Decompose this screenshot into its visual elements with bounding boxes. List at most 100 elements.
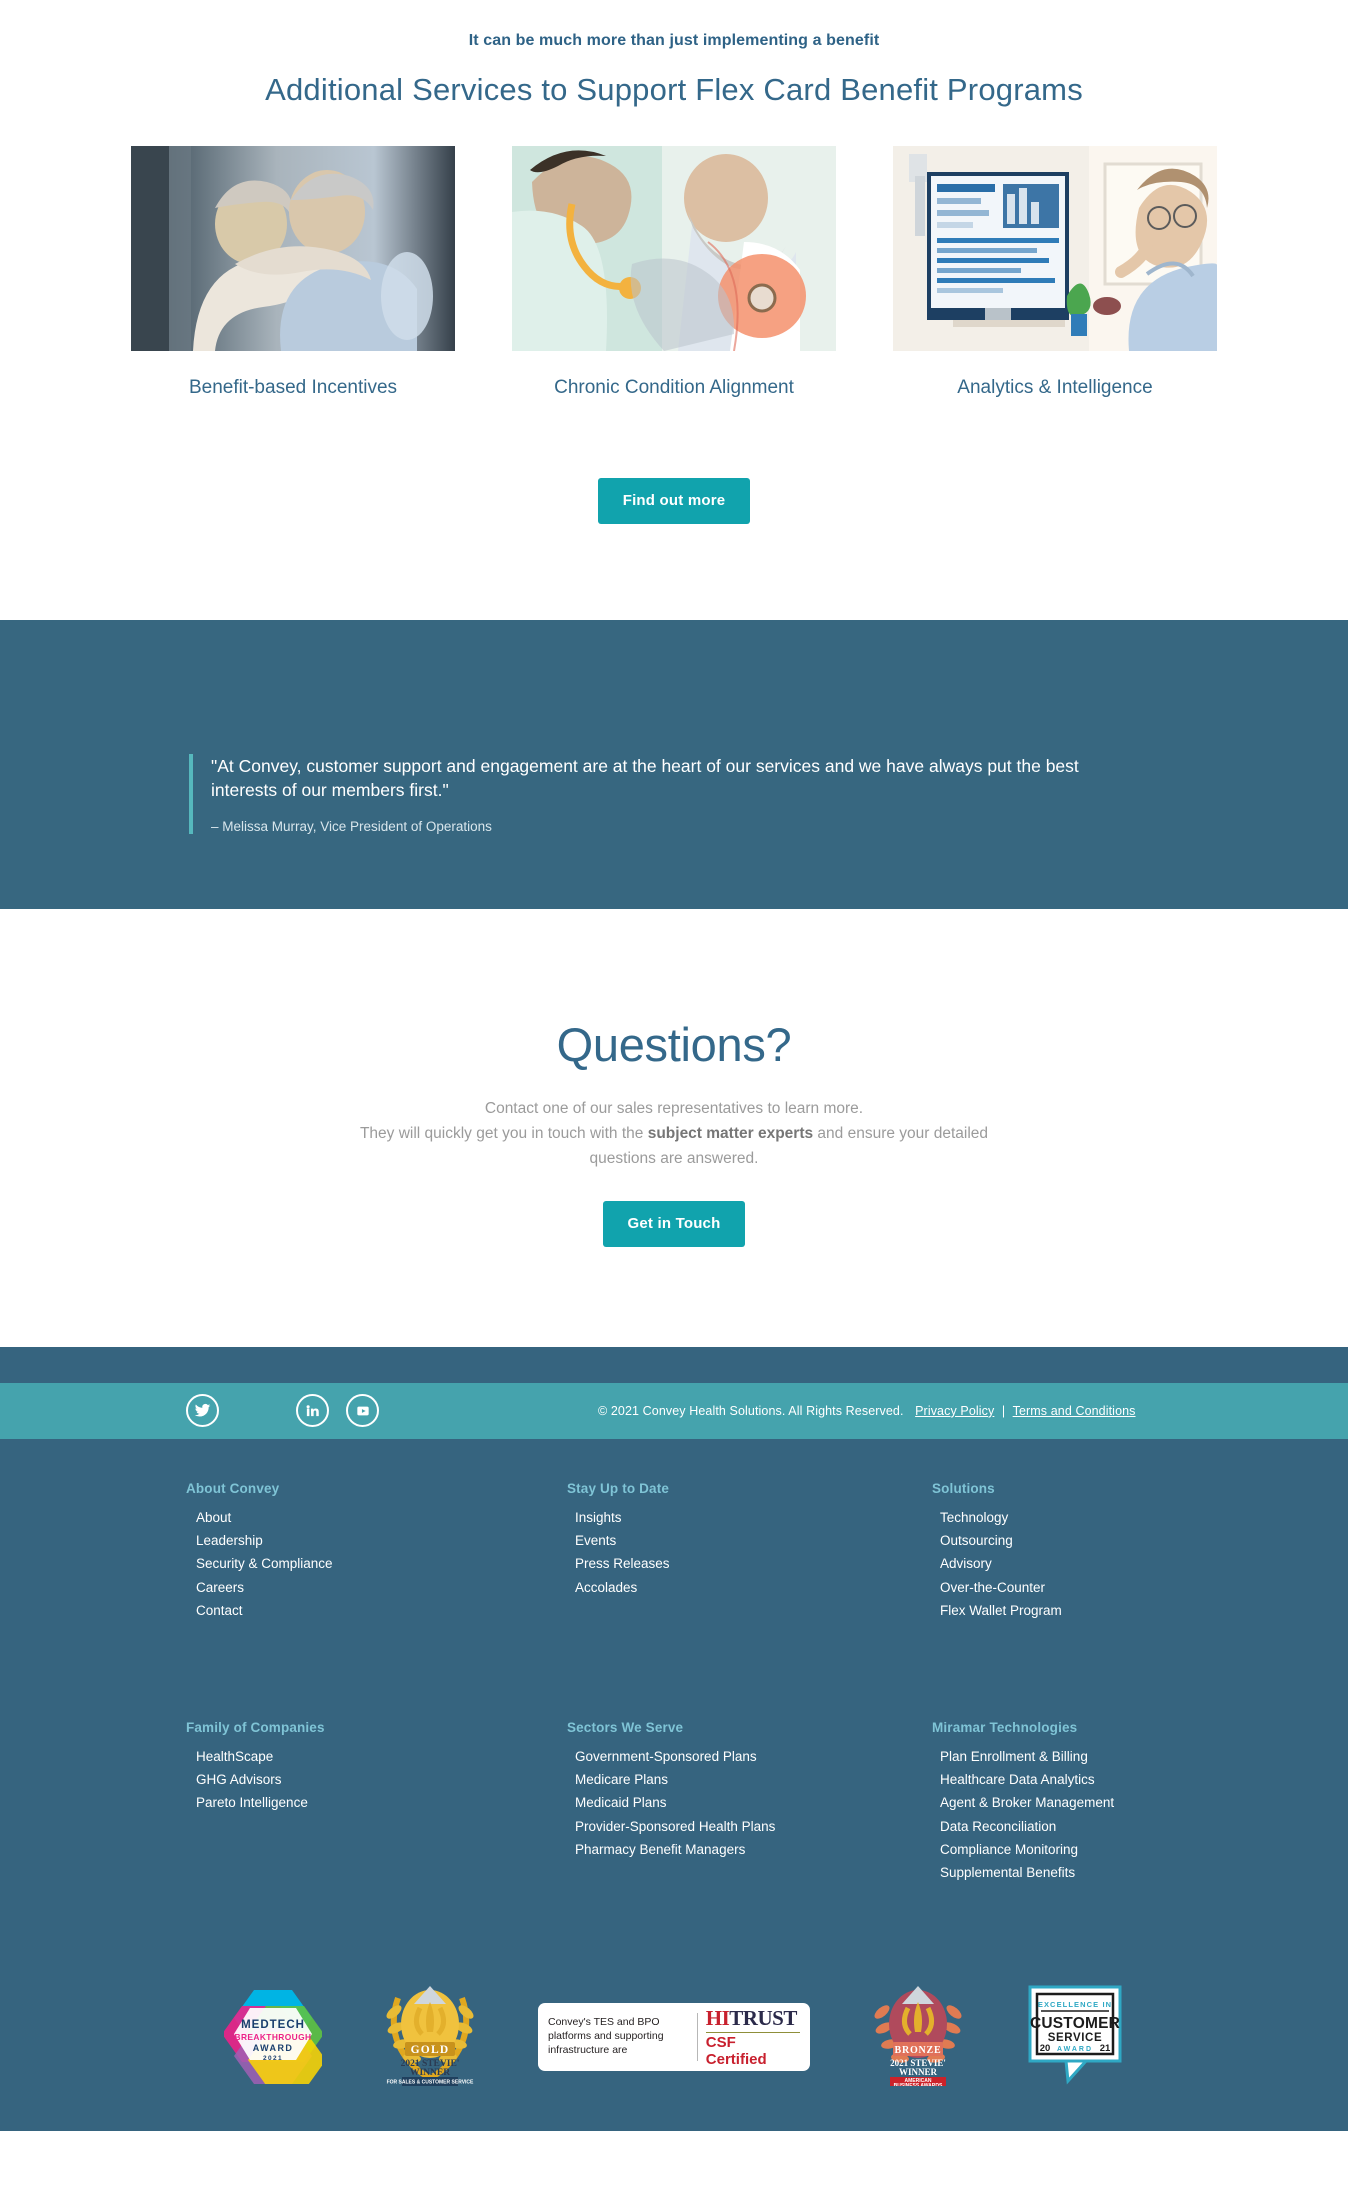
footer-column-about-convey: About Convey About Leadership Security &… <box>186 1481 559 1658</box>
footer-link[interactable]: Security & Compliance <box>196 1552 559 1575</box>
footer-link[interactable]: Agent & Broker Management <box>940 1791 1305 1814</box>
footer-column-sectors-we-serve: Sectors We Serve Government-Sponsored Pl… <box>559 1720 932 1920</box>
get-in-touch-cta-wrapper: Get in Touch <box>0 1200 1348 1247</box>
footer-link[interactable]: GHG Advisors <box>196 1768 559 1791</box>
link-separator: | <box>1001 1403 1006 1418</box>
footer-column-list: Plan Enrollment & Billing Healthcare Dat… <box>932 1745 1305 1884</box>
questions-title: Questions? <box>556 1017 792 1071</box>
footer-link[interactable]: About <box>196 1506 559 1529</box>
additional-services-section: It can be much more than just implementi… <box>0 0 1348 620</box>
footer-link[interactable]: Data Reconciliation <box>940 1815 1305 1838</box>
footer-column-miramar-technologies: Miramar Technologies Plan Enrollment & B… <box>932 1720 1305 1920</box>
footer-link[interactable]: Accolades <box>575 1576 932 1599</box>
footer-link[interactable]: Plan Enrollment & Billing <box>940 1745 1305 1768</box>
svg-text:21: 21 <box>1100 2043 1111 2054</box>
footer-column-solutions: Solutions Technology Outsourcing Advisor… <box>932 1481 1305 1658</box>
hitrust-divider <box>696 2012 698 2061</box>
find-out-more-button[interactable]: Find out more <box>597 477 751 524</box>
hitrust-logo-hi: HI <box>705 2005 730 2030</box>
footer-link[interactable]: Healthcare Data Analytics <box>940 1768 1305 1791</box>
footer-column-heading: Sectors We Serve <box>567 1719 684 1735</box>
questions-line-2-bold: subject matter experts <box>647 1124 814 1142</box>
footer-column-list: Insights Events Press Releases Accolades <box>559 1506 932 1599</box>
privacy-policy-link[interactable]: Privacy Policy <box>915 1404 994 1418</box>
hitrust-statement: Convey's TES and BPO platforms and suppo… <box>548 2015 664 2056</box>
stevie-gold-award-badge: GOLD 2021 STEVIE' WINNER FOR SALES & CUS… <box>380 1982 480 2091</box>
footer-link[interactable]: Technology <box>940 1506 1305 1529</box>
svg-text:2021: 2021 <box>263 2055 283 2062</box>
footer-column-heading: About Convey <box>186 1480 280 1496</box>
service-card-label: Analytics & Intelligence <box>957 377 1153 398</box>
service-card-label: Benefit-based Incentives <box>188 377 398 398</box>
hitrust-csf-certified-badge: Convey's TES and BPO platforms and suppo… <box>538 2002 810 2071</box>
excellence-in-customer-service-award-badge: EXCELLENCE IN CUSTOMER SERVICE AWARD 20 … <box>1026 1983 1124 2090</box>
section-eyebrow: It can be much more than just implementi… <box>468 32 880 49</box>
page-title: Additional Services to Support Flex Card… <box>265 72 1083 107</box>
terms-and-conditions-link[interactable]: Terms and Conditions <box>1013 1404 1136 1418</box>
footer-link[interactable]: Outsourcing <box>940 1529 1305 1552</box>
svg-text:FOR SALES & CUSTOMER SERVICE: FOR SALES & CUSTOMER SERVICE <box>387 2080 474 2086</box>
footer-link[interactable]: Pharmacy Benefit Managers <box>575 1838 932 1861</box>
testimonial-author: – Melissa Murray, Vice President of Oper… <box>211 819 492 835</box>
social-icons-group <box>186 1394 379 1428</box>
footer-link[interactable]: Events <box>575 1529 932 1552</box>
footer-link[interactable]: Contact <box>196 1599 559 1622</box>
twitter-icon[interactable] <box>186 1394 219 1428</box>
footer-link[interactable]: Supplemental Benefits <box>940 1861 1305 1884</box>
footer-column-list: About Leadership Security & Compliance C… <box>186 1506 559 1622</box>
footer-column-heading: Solutions <box>932 1480 995 1496</box>
svg-text:BRONZE: BRONZE <box>894 2045 941 2056</box>
svg-text:AWARD: AWARD <box>1057 2046 1093 2053</box>
svg-text:WINNER: WINNER <box>410 2068 450 2078</box>
footer-link[interactable]: Advisory <box>940 1552 1305 1575</box>
doctor-examining-senior-patient-photo <box>512 146 836 351</box>
footer-link[interactable]: Compliance Monitoring <box>940 1838 1305 1861</box>
woman-viewing-analytics-dashboard-photo <box>893 146 1217 351</box>
footer-link[interactable]: Press Releases <box>575 1552 932 1575</box>
service-card-chronic-condition-alignment[interactable]: Chronic Condition Alignment <box>512 146 836 402</box>
svg-text:BREAKTHROUGH: BREAKTHROUGH <box>235 2032 312 2042</box>
testimonial-text: "At Convey, customer support and engagem… <box>211 755 1079 801</box>
footer-link[interactable]: Over-the-Counter <box>940 1576 1305 1599</box>
questions-line-2a: They will quickly get you in touch with … <box>359 1124 648 1142</box>
svg-text:GOLD: GOLD <box>411 2044 450 2056</box>
questions-description: Contact one of our sales representatives… <box>334 1096 1014 1171</box>
linkedin-icon[interactable] <box>296 1394 329 1428</box>
hitrust-logo: HITRUST CSF Certified <box>705 2005 800 2068</box>
footer-column-heading: Family of Companies <box>186 1719 325 1735</box>
footer-top-strip <box>0 1346 1348 1383</box>
footer-link[interactable]: Careers <box>196 1576 559 1599</box>
questions-section: Questions? Contact one of our sales repr… <box>0 908 1348 1347</box>
award-badges-row: MEDTECH BREAKTHROUGH AWARD 2021 GOLD 202… <box>0 1920 1348 2132</box>
svg-text:WINNER: WINNER <box>899 2067 938 2077</box>
footer-link[interactable]: Pareto Intelligence <box>196 1791 559 1814</box>
footer-link[interactable]: Medicaid Plans <box>575 1791 932 1814</box>
find-out-more-cta-wrapper: Find out more <box>0 477 1348 620</box>
medtech-breakthrough-award-badge: MEDTECH BREAKTHROUGH AWARD 2021 <box>222 1984 326 2089</box>
footer-link-grid: About Convey About Leadership Security &… <box>186 1481 1305 1920</box>
footer-link[interactable]: Provider-Sponsored Health Plans <box>575 1815 932 1838</box>
footer-main: About Convey About Leadership Security &… <box>0 1438 1348 2132</box>
svg-text:SERVICE: SERVICE <box>1048 2032 1102 2044</box>
footer-column-family-of-companies: Family of Companies HealthScape GHG Advi… <box>186 1720 559 1920</box>
service-cards-row: Benefit-based Incentives Chronic Conditi… <box>0 146 1348 402</box>
service-card-benefit-based-incentives[interactable]: Benefit-based Incentives <box>131 146 455 402</box>
svg-text:BUSINESS AWARDS: BUSINESS AWARDS <box>894 2083 943 2086</box>
senior-couple-embracing-photo <box>131 146 455 351</box>
footer-column-stay-up-to-date: Stay Up to Date Insights Events Press Re… <box>559 1481 932 1658</box>
footer-link[interactable]: Flex Wallet Program <box>940 1599 1305 1622</box>
svg-text:EXCELLENCE IN: EXCELLENCE IN <box>1038 2000 1112 2009</box>
youtube-icon[interactable] <box>346 1394 379 1428</box>
footer-link[interactable]: Leadership <box>196 1529 559 1552</box>
stevie-bronze-award-badge: BRONZE 2021 STEVIE' WINNER AMERICAN BUSI… <box>868 1982 968 2091</box>
footer-link[interactable]: Medicare Plans <box>575 1768 932 1791</box>
svg-text:AWARD: AWARD <box>253 2043 294 2053</box>
testimonial-section: "At Convey, customer support and engagem… <box>0 619 1348 909</box>
service-card-analytics-intelligence[interactable]: Analytics & Intelligence <box>893 146 1217 402</box>
footer-link[interactable]: Insights <box>575 1506 932 1529</box>
footer-column-heading: Stay Up to Date <box>567 1480 670 1496</box>
svg-text:CUSTOMER: CUSTOMER <box>1030 2015 1120 2032</box>
get-in-touch-button[interactable]: Get in Touch <box>602 1200 746 1247</box>
footer-link[interactable]: HealthScape <box>196 1745 559 1768</box>
footer-link[interactable]: Government-Sponsored Plans <box>575 1745 932 1768</box>
